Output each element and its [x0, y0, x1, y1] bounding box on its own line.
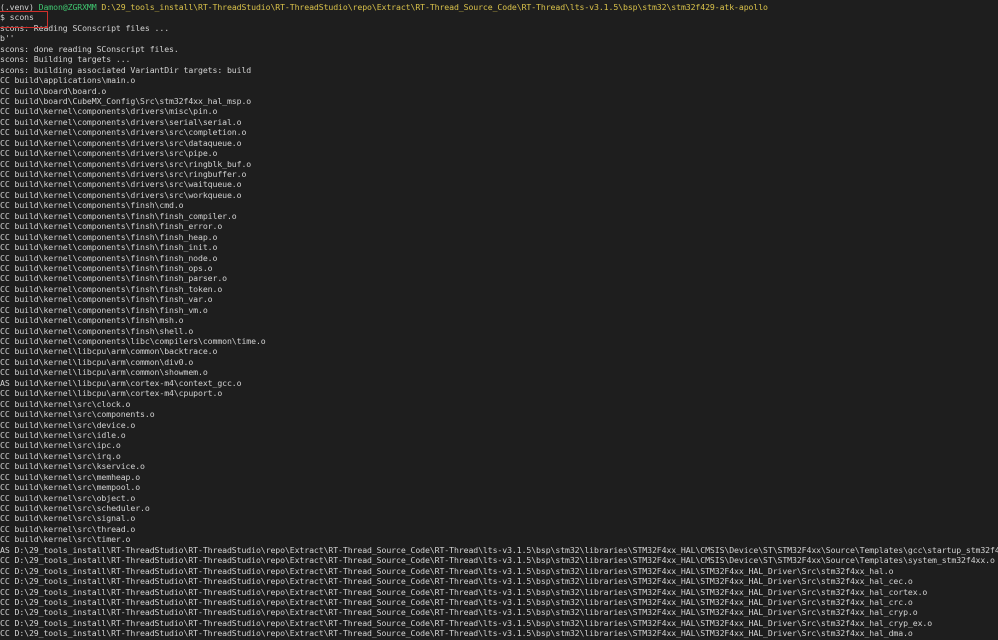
log-line: CC build\kernel\src\device.o — [0, 419, 136, 430]
log-line: CC build\kernel\components\finsh\finsh_v… — [0, 304, 208, 315]
log-line: b'' — [0, 33, 15, 44]
prompt-venv: (.venv) — [0, 2, 39, 12]
log-line: CC build\kernel\src\timer.o — [0, 534, 131, 545]
log-line: AS build\kernel\libcpu\arm\cortex-m4\con… — [0, 377, 242, 388]
log-line: CC build\kernel\components\drivers\src\r… — [0, 158, 252, 169]
log-line: CC build\kernel\libcpu\arm\cortex-m4\cpu… — [0, 388, 223, 399]
log-line: CC build\kernel\components\finsh\finsh_t… — [0, 283, 223, 294]
log-line: CC build\board\board.o — [0, 85, 107, 96]
log-line: CC D:\29_tools_install\RT-ThreadStudio\R… — [0, 628, 913, 639]
terminal-output: (.venv) Damon@ZGRXMM D:\29_tools_install… — [0, 2, 998, 639]
terminal-window[interactable]: (.venv) Damon@ZGRXMM D:\29_tools_install… — [0, 0, 998, 640]
log-line: CC build\kernel\components\finsh\finsh_c… — [0, 210, 237, 221]
log-line: CC build\kernel\components\finsh\finsh_e… — [0, 221, 223, 232]
log-line: CC build\kernel\components\drivers\src\p… — [0, 148, 218, 159]
log-line: CC D:\29_tools_install\RT-ThreadStudio\R… — [0, 586, 928, 597]
log-line: AS D:\29_tools_install\RT-ThreadStudio\R… — [0, 544, 998, 555]
build-log: scons: Reading SConscript files ... b'' sc… — [0, 23, 998, 639]
log-line: CC build\kernel\components\finsh\msh.o — [0, 315, 184, 326]
log-line: CC build\kernel\src\memheap.o — [0, 471, 141, 482]
prompt-user: Damon@ZGRXMM — [38, 2, 102, 12]
prompt-line: (.venv) Damon@ZGRXMM D:\29_tools_install… — [0, 2, 998, 12]
log-line: CC build\kernel\src\mempool.o — [0, 482, 141, 493]
prompt-path: D:\29_tools_install\RT-ThreadStudio\RT-T… — [101, 2, 768, 12]
log-line: CC build\kernel\components\drivers\src\w… — [0, 179, 242, 190]
log-line: CC build\kernel\components\finsh\finsh_p… — [0, 273, 227, 284]
log-line: CC build\kernel\src\irq.o — [0, 450, 121, 461]
log-line: CC build\kernel\src\kservice.o — [0, 461, 145, 472]
log-line: CC build\kernel\components\finsh\finsh_n… — [0, 252, 218, 263]
log-line: CC build\applications\main.o — [0, 75, 136, 86]
log-line: CC build\kernel\components\drivers\seria… — [0, 116, 242, 127]
log-line: CC D:\29_tools_install\RT-ThreadStudio\R… — [0, 617, 933, 628]
log-line: CC build\kernel\components\drivers\src\r… — [0, 169, 247, 179]
log-line: CC D:\29_tools_install\RT-ThreadStudio\R… — [0, 565, 894, 576]
log-line: CC build\kernel\src\components.o — [0, 409, 155, 420]
log-line: scons: Building targets ... — [0, 54, 131, 65]
log-line: CC build\kernel\components\drivers\src\w… — [0, 189, 242, 200]
log-line: CC build\kernel\src\clock.o — [0, 398, 131, 409]
log-line: CC D:\29_tools_install\RT-ThreadStudio\R… — [0, 596, 913, 607]
log-line: CC build\kernel\src\thread.o — [0, 523, 136, 534]
log-line: CC build\kernel\components\finsh\finsh_o… — [0, 262, 213, 273]
log-line: CC build\kernel\components\finsh\finsh_v… — [0, 294, 213, 305]
log-line: CC build\kernel\libcpu\arm\common\showme… — [0, 367, 208, 378]
log-line: scons: Reading SConscript files ... — [0, 22, 170, 33]
log-line: CC build\kernel\components\libc\compiler… — [0, 336, 266, 346]
log-line: CC build\kernel\libcpu\arm\common\backtr… — [0, 346, 218, 357]
log-line: CC build\kernel\components\drivers\src\c… — [0, 127, 247, 138]
log-line: CC build\kernel\src\ipc.o — [0, 440, 121, 451]
log-line: CC D:\29_tools_install\RT-ThreadStudio\R… — [0, 576, 913, 587]
log-line: CC build\kernel\src\scheduler.o — [0, 503, 150, 513]
log-line: CC build\kernel\src\object.o — [0, 492, 136, 503]
log-line: CC build\kernel\components\finsh\cmd.o — [0, 200, 184, 211]
log-line: CC build\kernel\components\finsh\shell.o — [0, 325, 194, 336]
log-line: CC D:\29_tools_install\RT-ThreadStudio\R… — [0, 555, 995, 566]
log-line: CC build\kernel\components\drivers\misc\… — [0, 106, 218, 117]
command-line: $ scons — [0, 12, 34, 23]
log-line: CC D:\29_tools_install\RT-ThreadStudio\R… — [0, 607, 918, 618]
log-line: CC build\kernel\components\finsh\finsh_h… — [0, 231, 218, 242]
log-line: scons: done reading SConscript files. — [0, 43, 179, 54]
log-line: CC build\kernel\libcpu\arm\common\div0.o — [0, 356, 194, 367]
log-line: CC build\kernel\components\drivers\src\d… — [0, 137, 242, 148]
log-line: scons: building associated VariantDir ta… — [0, 64, 252, 75]
log-line: CC build\kernel\components\finsh\finsh_i… — [0, 242, 218, 253]
log-line: CC build\kernel\src\signal.o — [0, 513, 136, 524]
log-line: CC build\board\CubeMX_Config\Src\stm32f4… — [0, 95, 252, 106]
log-line: CC build\kernel\src\idle.o — [0, 429, 126, 440]
